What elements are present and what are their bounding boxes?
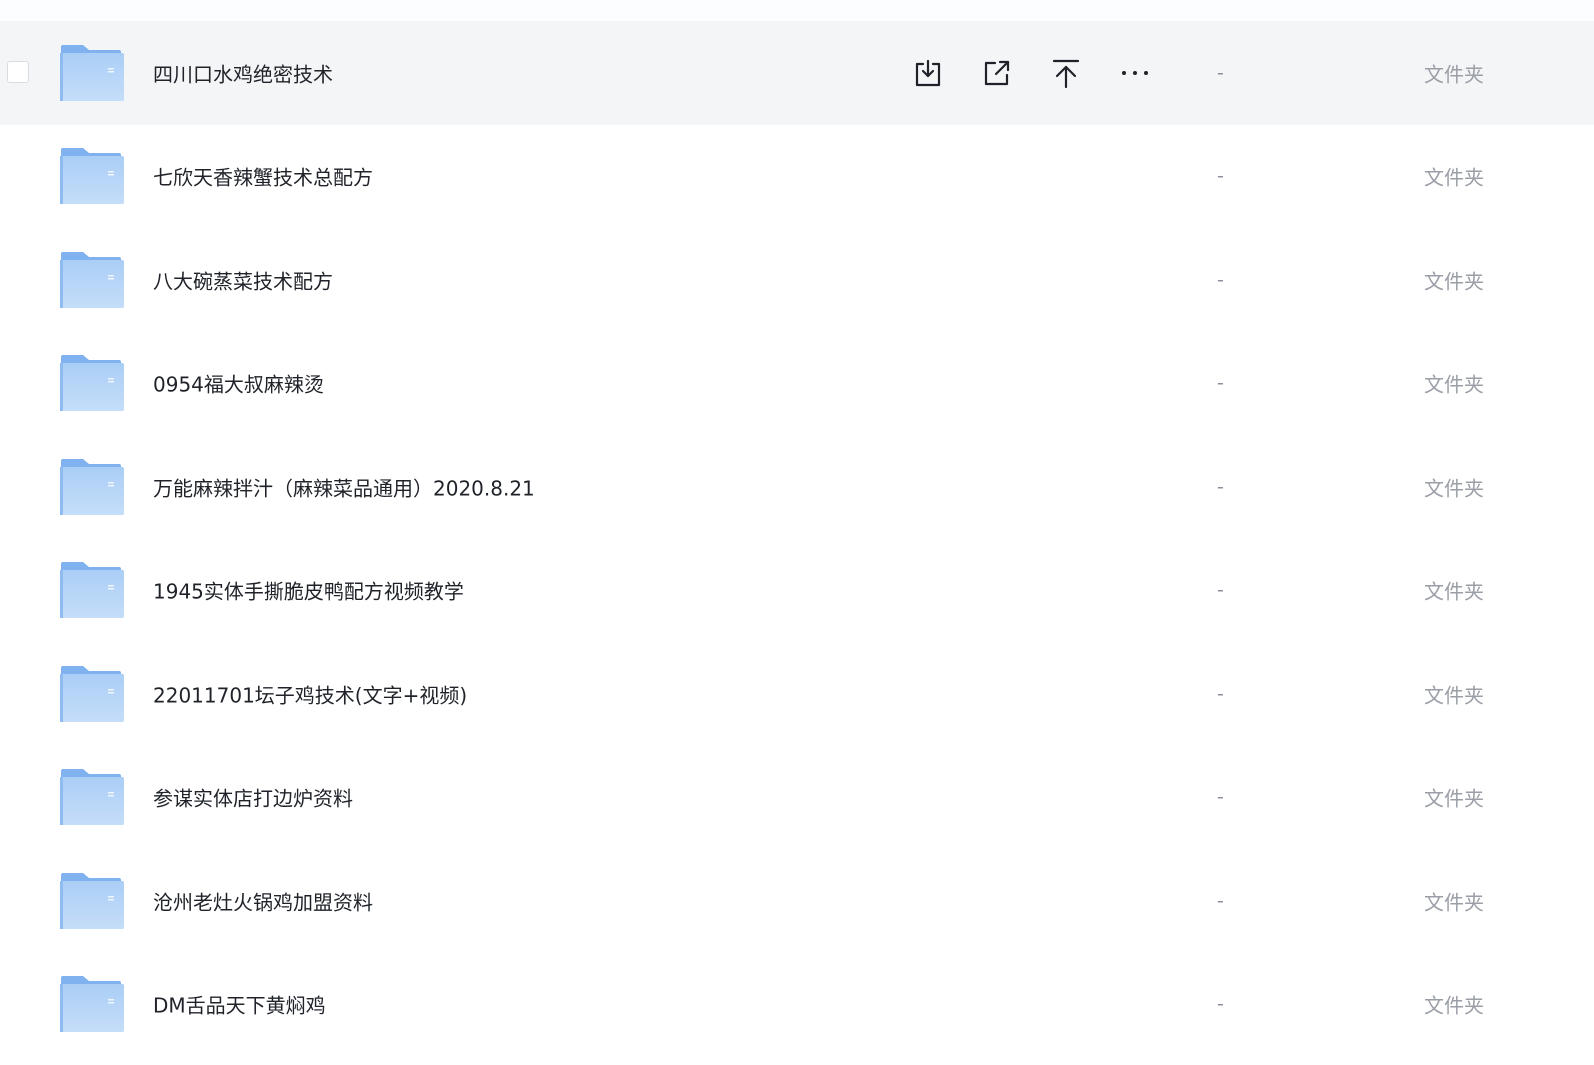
- file-size: -: [1217, 682, 1224, 705]
- more-icon: [1117, 55, 1153, 91]
- file-size: -: [1217, 786, 1224, 809]
- file-row[interactable]: 0954福大叔麻辣烫 - 文件夹: [0, 332, 1594, 436]
- file-row[interactable]: 四川口水鸡绝密技术 - 文件夹: [0, 21, 1594, 125]
- share-icon: [979, 55, 1015, 91]
- file-size: -: [1217, 268, 1224, 291]
- file-name[interactable]: 22011701坛子鸡技术(文字+视频): [153, 679, 467, 708]
- file-type: 文件夹: [1424, 165, 1484, 190]
- file-row[interactable]: 22011701坛子鸡技术(文字+视频) - 文件夹: [0, 642, 1594, 746]
- file-row[interactable]: 七欣天香辣蟹技术总配方 - 文件夹: [0, 125, 1594, 229]
- file-name[interactable]: 万能麻辣拌汁（麻辣菜品通用）2020.8.21: [153, 472, 535, 501]
- file-size: -: [1217, 372, 1224, 395]
- file-type: 文件夹: [1424, 890, 1484, 915]
- file-size: -: [1217, 165, 1224, 188]
- file-row[interactable]: 参谋实体店打边炉资料 - 文件夹: [0, 746, 1594, 850]
- pin-to-top-button[interactable]: [1048, 55, 1084, 91]
- file-size: -: [1217, 61, 1224, 84]
- folder-icon[interactable]: [59, 871, 125, 931]
- file-type: 文件夹: [1424, 269, 1484, 294]
- folder-icon[interactable]: [59, 457, 125, 517]
- file-size: -: [1217, 579, 1224, 602]
- download-icon: [910, 55, 946, 91]
- file-list: 四川口水鸡绝密技术 - 文件夹 七欣天香辣蟹技术总配方 - 文件夹 八大碗蒸菜技术配方 - 文件…: [0, 21, 1594, 1056]
- file-size: -: [1217, 993, 1224, 1016]
- folder-icon[interactable]: [59, 560, 125, 620]
- file-type: 文件夹: [1424, 372, 1484, 397]
- file-type: 文件夹: [1424, 62, 1484, 87]
- file-name[interactable]: 参谋实体店打边炉资料: [153, 783, 353, 812]
- file-row[interactable]: 1945实体手撕脆皮鸭配方视频教学 - 文件夹: [0, 539, 1594, 643]
- folder-icon[interactable]: [59, 43, 125, 103]
- file-name[interactable]: 沧州老灶火锅鸡加盟资料: [153, 886, 373, 915]
- folder-icon[interactable]: [59, 250, 125, 310]
- file-type: 文件夹: [1424, 476, 1484, 501]
- more-button[interactable]: [1117, 55, 1153, 91]
- file-size: -: [1217, 475, 1224, 498]
- file-type: 文件夹: [1424, 683, 1484, 708]
- file-type: 文件夹: [1424, 579, 1484, 604]
- file-type: 文件夹: [1424, 786, 1484, 811]
- file-row[interactable]: 万能麻辣拌汁（麻辣菜品通用）2020.8.21 - 文件夹: [0, 435, 1594, 539]
- row-checkbox[interactable]: [7, 60, 29, 83]
- file-name[interactable]: 四川口水鸡绝密技术: [153, 58, 333, 87]
- file-row[interactable]: 八大碗蒸菜技术配方 - 文件夹: [0, 228, 1594, 332]
- folder-icon[interactable]: [59, 664, 125, 724]
- file-size: -: [1217, 889, 1224, 912]
- folder-icon[interactable]: [59, 974, 125, 1034]
- file-name[interactable]: DM舌品天下黄焖鸡: [153, 990, 326, 1019]
- file-name[interactable]: 1945实体手撕脆皮鸭配方视频教学: [153, 576, 464, 605]
- folder-icon[interactable]: [59, 767, 125, 827]
- file-row[interactable]: 沧州老灶火锅鸡加盟资料 - 文件夹: [0, 849, 1594, 953]
- folder-icon[interactable]: [59, 146, 125, 206]
- share-button[interactable]: [979, 55, 1015, 91]
- file-row[interactable]: DM舌品天下黄焖鸡 - 文件夹: [0, 953, 1594, 1057]
- file-name[interactable]: 八大碗蒸菜技术配方: [153, 265, 333, 294]
- top-strip: [0, 0, 1594, 22]
- pin-to-top-icon: [1048, 55, 1084, 91]
- file-type: 文件夹: [1424, 993, 1484, 1018]
- folder-icon[interactable]: [59, 353, 125, 413]
- file-name[interactable]: 0954福大叔麻辣烫: [153, 369, 324, 398]
- file-name[interactable]: 七欣天香辣蟹技术总配方: [153, 162, 373, 191]
- download-button[interactable]: [910, 55, 946, 91]
